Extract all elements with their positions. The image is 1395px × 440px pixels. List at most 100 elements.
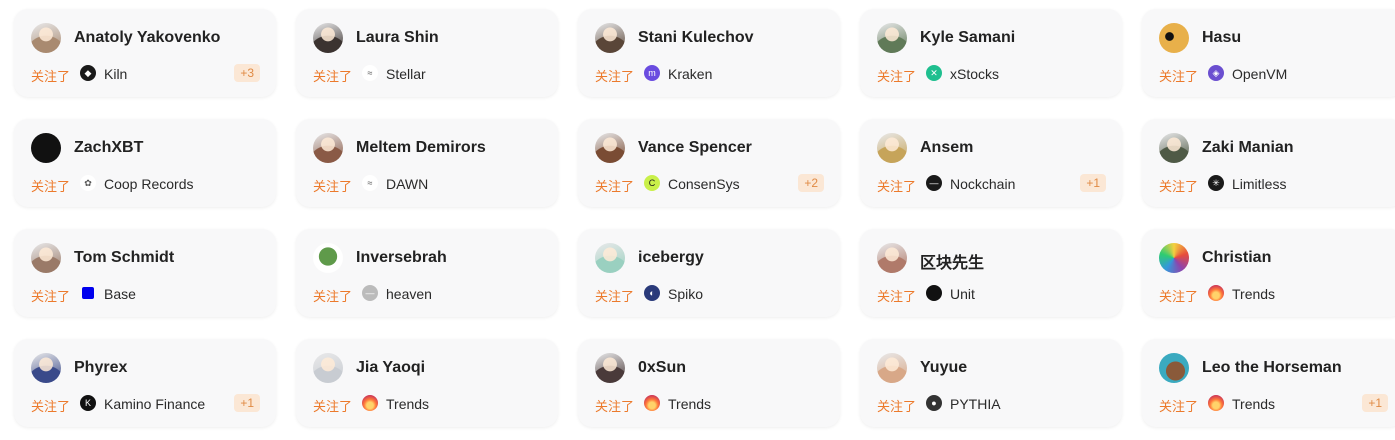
more-projects-badge[interactable]: +1: [1362, 394, 1388, 412]
follow-card[interactable]: Yuyue 关注了 ● PYTHIA: [860, 339, 1122, 427]
account-name[interactable]: 0xSun: [638, 359, 686, 377]
avatar[interactable]: [877, 23, 907, 53]
xstocks-logo-icon: ✕: [926, 65, 942, 81]
follow-card[interactable]: icebergy 关注了 ◐ Spiko: [578, 229, 840, 317]
avatar[interactable]: [313, 23, 343, 53]
avatar[interactable]: [877, 243, 907, 273]
project-name[interactable]: Kiln: [104, 66, 127, 82]
project-name[interactable]: Nockchain: [950, 176, 1015, 192]
avatar[interactable]: [595, 243, 625, 273]
account-name[interactable]: ZachXBT: [74, 139, 143, 157]
account-name[interactable]: Hasu: [1202, 29, 1241, 47]
account-name[interactable]: Jia Yaoqi: [356, 359, 425, 377]
project-name[interactable]: Trends: [668, 396, 711, 412]
project-name[interactable]: Trends: [1232, 396, 1275, 412]
account-name[interactable]: Stani Kulechov: [638, 29, 754, 47]
project-name[interactable]: Stellar: [386, 66, 426, 82]
follow-label: 关注了: [313, 289, 353, 304]
avatar[interactable]: [877, 353, 907, 383]
project-name[interactable]: Spiko: [668, 286, 703, 302]
fire-icon: [1208, 395, 1224, 411]
follow-label: 关注了: [31, 69, 71, 84]
account-name[interactable]: Inversebrah: [356, 249, 447, 267]
account-name[interactable]: Meltem Demirors: [356, 139, 486, 157]
project-name[interactable]: Trends: [1232, 286, 1275, 302]
account-name[interactable]: Zaki Manian: [1202, 139, 1294, 157]
avatar[interactable]: [313, 243, 343, 273]
avatar[interactable]: [1159, 133, 1189, 163]
avatar[interactable]: [1159, 23, 1189, 53]
avatar[interactable]: [595, 23, 625, 53]
account-name[interactable]: Yuyue: [920, 359, 967, 377]
project-name[interactable]: Base: [104, 286, 136, 302]
follow-card[interactable]: Vance Spencer 关注了 C ConsenSys +2: [578, 119, 840, 207]
follow-card[interactable]: Christian 关注了 Trends: [1142, 229, 1395, 317]
unit-logo-icon: [926, 285, 942, 301]
follow-label: 关注了: [877, 69, 917, 84]
project-name[interactable]: Coop Records: [104, 176, 194, 192]
project-name[interactable]: ConsenSys: [668, 176, 740, 192]
follow-card[interactable]: 区块先生 关注了 Unit: [860, 229, 1122, 317]
follow-card[interactable]: 0xSun 关注了 Trends: [578, 339, 840, 427]
follow-card[interactable]: Hasu 关注了 ◈ OpenVM: [1142, 9, 1395, 97]
account-name[interactable]: Laura Shin: [356, 29, 439, 47]
avatar[interactable]: [1159, 243, 1189, 273]
follow-card[interactable]: Zaki Manian 关注了 ✳ Limitless: [1142, 119, 1395, 207]
project-name[interactable]: Unit: [950, 286, 975, 302]
follow-label: 关注了: [31, 289, 71, 304]
account-name[interactable]: Ansem: [920, 139, 973, 157]
project-name[interactable]: Kamino Finance: [104, 396, 205, 412]
avatar[interactable]: [31, 243, 61, 273]
account-name[interactable]: Phyrex: [74, 359, 127, 377]
project-name[interactable]: Trends: [386, 396, 429, 412]
follow-card[interactable]: Inversebrah 关注了 — heaven: [296, 229, 558, 317]
avatar[interactable]: [313, 133, 343, 163]
follow-card[interactable]: Ansem 关注了 — Nockchain +1: [860, 119, 1122, 207]
follow-card[interactable]: Jia Yaoqi 关注了 Trends: [296, 339, 558, 427]
avatar[interactable]: [31, 133, 61, 163]
follow-card[interactable]: Phyrex 关注了 K Kamino Finance +1: [14, 339, 276, 427]
project-name[interactable]: heaven: [386, 286, 432, 302]
project-name[interactable]: Limitless: [1232, 176, 1286, 192]
account-name[interactable]: Christian: [1202, 249, 1271, 267]
project-name[interactable]: PYTHIA: [950, 396, 1001, 412]
consensys-logo-icon: C: [644, 175, 660, 191]
follow-card[interactable]: Laura Shin 关注了 ≈ Stellar: [296, 9, 558, 97]
account-name[interactable]: Tom Schmidt: [74, 249, 174, 267]
avatar[interactable]: [31, 353, 61, 383]
follow-label: 关注了: [595, 69, 635, 84]
account-name[interactable]: Kyle Samani: [920, 29, 1015, 47]
account-name[interactable]: 区块先生: [920, 249, 984, 273]
account-name[interactable]: Vance Spencer: [638, 139, 752, 157]
project-name[interactable]: Kraken: [668, 66, 712, 82]
follow-label: 关注了: [595, 399, 635, 414]
account-name[interactable]: Leo the Horseman: [1202, 359, 1342, 377]
avatar[interactable]: [313, 353, 343, 383]
project-name[interactable]: DAWN: [386, 176, 428, 192]
more-projects-badge[interactable]: +1: [1080, 174, 1106, 192]
follow-card[interactable]: ZachXBT 关注了 ✿ Coop Records: [14, 119, 276, 207]
account-name[interactable]: icebergy: [638, 249, 704, 267]
project-name[interactable]: xStocks: [950, 66, 999, 82]
stellar-logo-icon: ≈: [362, 65, 378, 81]
follow-label: 关注了: [31, 399, 71, 414]
avatar[interactable]: [31, 23, 61, 53]
kiln-logo-icon: ◆: [80, 65, 96, 81]
avatar[interactable]: [1159, 353, 1189, 383]
follow-card[interactable]: Kyle Samani 关注了 ✕ xStocks: [860, 9, 1122, 97]
account-name[interactable]: Anatoly Yakovenko: [74, 29, 220, 47]
avatar[interactable]: [877, 133, 907, 163]
follow-card[interactable]: Anatoly Yakovenko 关注了 ◆ Kiln +3: [14, 9, 276, 97]
follow-label: 关注了: [31, 179, 71, 194]
more-projects-badge[interactable]: +2: [798, 174, 824, 192]
avatar[interactable]: [595, 133, 625, 163]
more-projects-badge[interactable]: +1: [234, 394, 260, 412]
follow-card[interactable]: Meltem Demirors 关注了 ≈ DAWN: [296, 119, 558, 207]
follow-card[interactable]: Tom Schmidt 关注了 Base: [14, 229, 276, 317]
project-name[interactable]: OpenVM: [1232, 66, 1287, 82]
follow-card[interactable]: Stani Kulechov 关注了 m Kraken: [578, 9, 840, 97]
more-projects-badge[interactable]: +3: [234, 64, 260, 82]
avatar[interactable]: [595, 353, 625, 383]
fire-icon: [1208, 285, 1224, 301]
follow-card[interactable]: Leo the Horseman 关注了 Trends +1: [1142, 339, 1395, 427]
